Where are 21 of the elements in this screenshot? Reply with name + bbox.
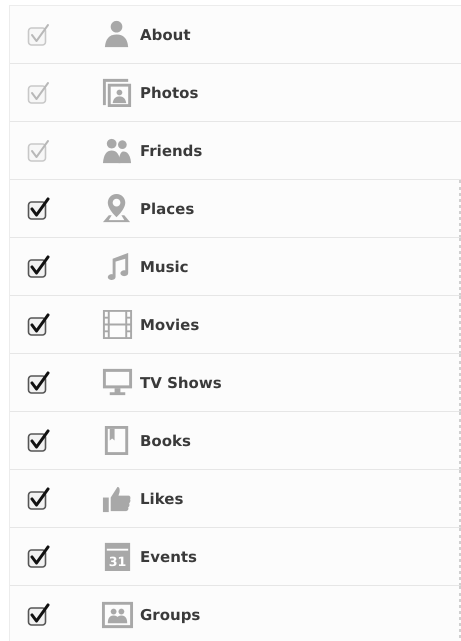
item-label: Music bbox=[140, 258, 189, 276]
checkbox[interactable] bbox=[27, 370, 51, 394]
checkbox[interactable] bbox=[27, 602, 51, 626]
film-strip-icon bbox=[101, 308, 134, 341]
item-label: Friends bbox=[140, 142, 202, 160]
checkbox[interactable] bbox=[27, 428, 51, 452]
item-label: Events bbox=[140, 548, 197, 566]
item-label: About bbox=[140, 26, 191, 44]
item-label: Photos bbox=[140, 84, 198, 102]
checkbox[interactable] bbox=[27, 312, 51, 336]
checkbox[interactable] bbox=[27, 196, 51, 220]
item-label: Groups bbox=[140, 606, 200, 624]
item-label: Places bbox=[140, 200, 194, 218]
item-label: Books bbox=[140, 432, 191, 450]
checkbox[interactable] bbox=[27, 544, 51, 568]
item-label: Likes bbox=[140, 490, 184, 508]
checkbox[interactable] bbox=[27, 486, 51, 510]
item-label: Movies bbox=[140, 316, 200, 334]
photos-icon bbox=[101, 76, 134, 109]
item-label: TV Shows bbox=[140, 374, 222, 392]
checkbox[interactable] bbox=[27, 254, 51, 278]
